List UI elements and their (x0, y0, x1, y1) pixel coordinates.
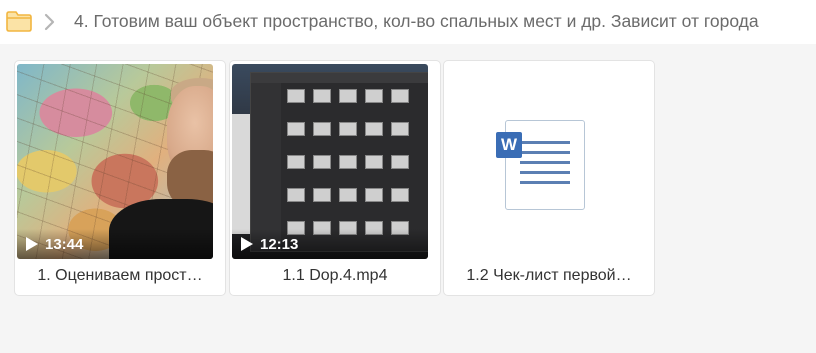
document-thumbnail[interactable]: W (446, 64, 642, 259)
chevron-right-icon (44, 13, 55, 31)
file-card-video[interactable]: 13:44 1. Оцениваем прост… (14, 60, 226, 296)
folder-icon[interactable] (6, 9, 32, 33)
video-duration: 12:13 (260, 235, 299, 253)
video-thumbnail[interactable]: 13:44 (17, 64, 213, 259)
file-name[interactable]: 1.1 Dop.4.mp4 (230, 267, 440, 285)
file-card-document[interactable]: W 1.2 Чек-лист первой… (443, 60, 655, 296)
video-thumbnail[interactable]: 12:13 (232, 64, 428, 259)
duration-overlay: 13:44 (17, 229, 213, 259)
breadcrumb-current-folder: 4. Готовим ваш объект пространство, кол-… (74, 11, 759, 31)
file-name[interactable]: 1.2 Чек-лист первой… (444, 267, 654, 285)
play-icon (26, 237, 38, 251)
breadcrumb: 4. Готовим ваш объект пространство, кол-… (0, 0, 816, 44)
video-duration: 13:44 (45, 235, 84, 253)
word-badge: W (496, 132, 522, 158)
file-name[interactable]: 1. Оцениваем прост… (15, 267, 225, 285)
file-card-video[interactable]: 12:13 1.1 Dop.4.mp4 (229, 60, 441, 296)
duration-overlay: 12:13 (232, 229, 428, 259)
play-icon (241, 237, 253, 251)
